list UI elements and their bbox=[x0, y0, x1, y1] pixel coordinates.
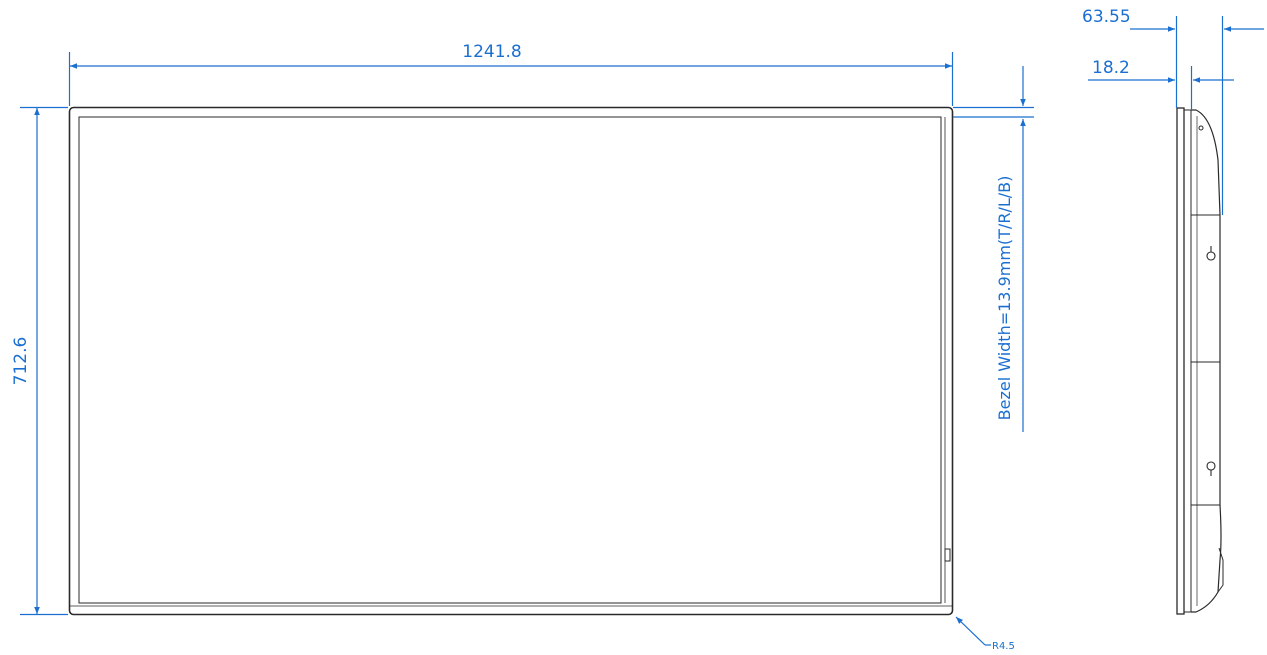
bezel-dimension: Bezel Width=13.9mm(T/R/L/B) bbox=[953, 66, 1034, 432]
side-back-housing bbox=[1191, 109, 1222, 613]
height-label: 712.6 bbox=[11, 337, 31, 386]
depth-panel-label: 18.2 bbox=[1092, 58, 1130, 78]
depth-total-label: 63.55 bbox=[1082, 7, 1131, 27]
display-screen-area bbox=[78, 116, 942, 604]
mount-hook-lower-icon bbox=[1206, 461, 1216, 476]
power-button bbox=[944, 548, 951, 562]
side-panel-mid bbox=[1183, 109, 1192, 613]
width-dimension: 1241.8 bbox=[68, 42, 954, 106]
side-view bbox=[1176, 107, 1224, 615]
technical-drawing: 1241.8 712.6 Bezel Width=13.9mm(T/R/L/B)… bbox=[11, 7, 1264, 652]
bezel-width-note: Bezel Width=13.9mm(T/R/L/B) bbox=[995, 176, 1014, 421]
side-panel-front bbox=[1176, 107, 1185, 615]
width-label: 1241.8 bbox=[462, 42, 521, 62]
corner-radius-callout: R4.5 bbox=[955, 616, 1015, 652]
depth-total-dimension: 63.55 bbox=[1082, 7, 1264, 215]
height-dimension: 712.6 bbox=[11, 106, 68, 616]
depth-panel-dimension: 18.2 bbox=[1088, 58, 1234, 110]
display-outer-frame bbox=[68, 106, 954, 616]
mount-hook-upper-icon bbox=[1206, 246, 1216, 261]
corner-radius-label: R4.5 bbox=[992, 641, 1015, 652]
front-view bbox=[68, 106, 954, 616]
